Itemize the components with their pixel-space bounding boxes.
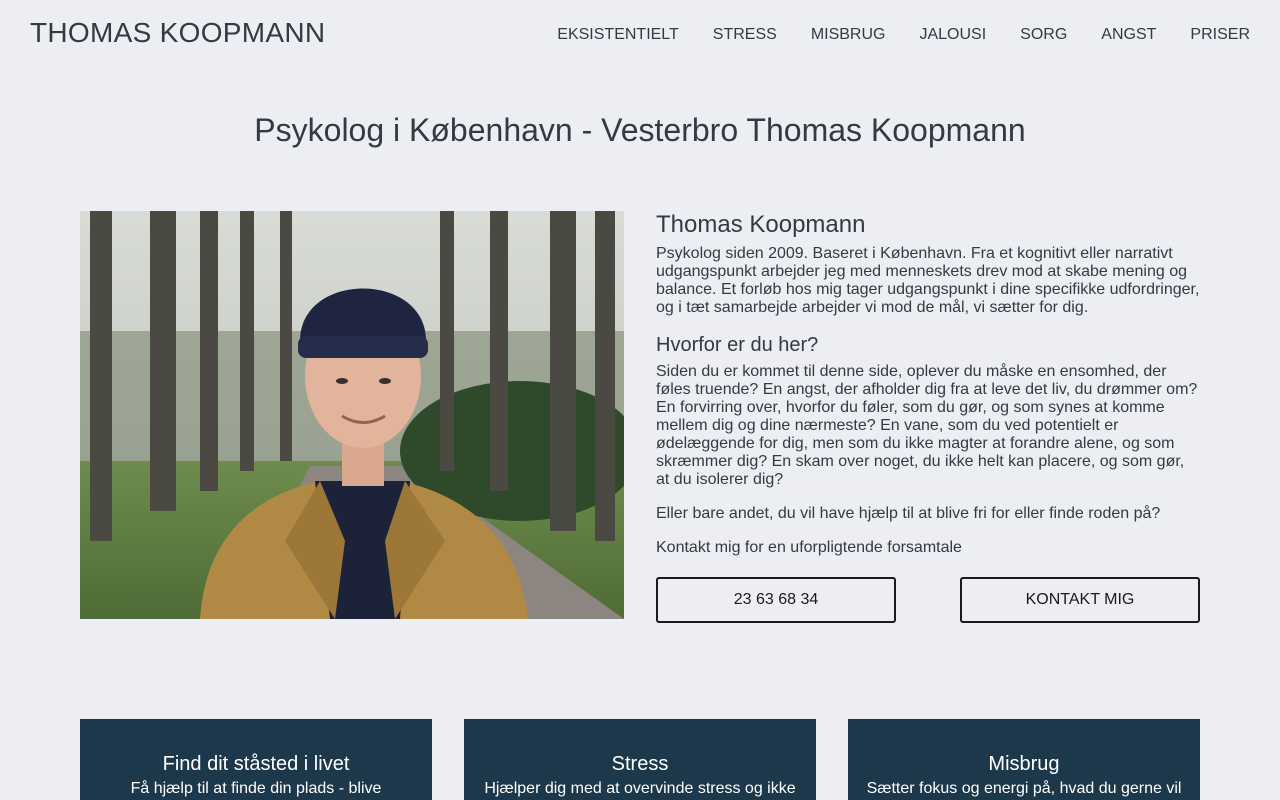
card-title: Misbrug [988,753,1060,775]
site-header: THOMAS KOOPMANN EKSISTENTIELT STRESS MIS… [0,0,1280,70]
nav-item-misbrug[interactable]: MISBRUG [811,25,886,45]
nav-item-eksistentielt[interactable]: EKSISTENTIELT [557,25,679,45]
nav-item-stress[interactable]: STRESS [713,25,777,45]
main-nav: EKSISTENTIELT STRESS MISBRUG JALOUSI SOR… [523,25,1250,45]
card-description: Sætter fokus og energi på, hvad du gerne… [866,780,1182,797]
cta-buttons: 23 63 68 34 KONTAKT MIG [656,577,1200,623]
card-description: Få hjælp til at finde din plads - blive [130,780,382,797]
service-cards: Find dit ståsted i livet Få hjælp til at… [80,719,1200,800]
profile-bio: Psykolog siden 2009. Baseret i København… [656,245,1200,316]
card-title: Stress [611,753,669,775]
nav-item-angst[interactable]: ANGST [1101,25,1156,45]
nav-item-priser[interactable]: PRISER [1190,25,1250,45]
brand-logo-link[interactable]: THOMAS KOOPMANN [30,17,325,49]
contact-button[interactable]: KONTAKT MIG [960,577,1200,623]
page-title: Psykolog i København - Vesterbro Thomas … [254,112,1026,148]
portrait-photo [80,211,624,619]
phone-button[interactable]: 23 63 68 34 [656,577,896,623]
why-extra-text: Eller bare andet, du vil have hjælp til … [656,505,1161,522]
why-text: Siden du er kommet til denne side, oplev… [656,363,1198,488]
contact-prompt: Kontakt mig for en uforpligtende forsamt… [656,539,962,556]
card-title: Find dit ståsted i livet [162,753,350,775]
why-heading: Hvorfor er du her? [656,334,819,356]
intro-content: Thomas Koopmann Psykolog siden 2009. Bas… [656,211,1202,557]
card-stress[interactable]: Stress Hjælper dig med at overvinde stre… [464,719,816,800]
nav-item-sorg[interactable]: SORG [1020,25,1067,45]
profile-name: Thomas Koopmann [656,211,866,238]
card-misbrug[interactable]: Misbrug Sætter fokus og energi på, hvad … [848,719,1200,800]
nav-item-jalousi[interactable]: JALOUSI [919,25,986,45]
card-eksistentielt[interactable]: Find dit ståsted i livet Få hjælp til at… [80,719,432,800]
card-description: Hjælper dig med at overvinde stress og i… [484,780,796,797]
